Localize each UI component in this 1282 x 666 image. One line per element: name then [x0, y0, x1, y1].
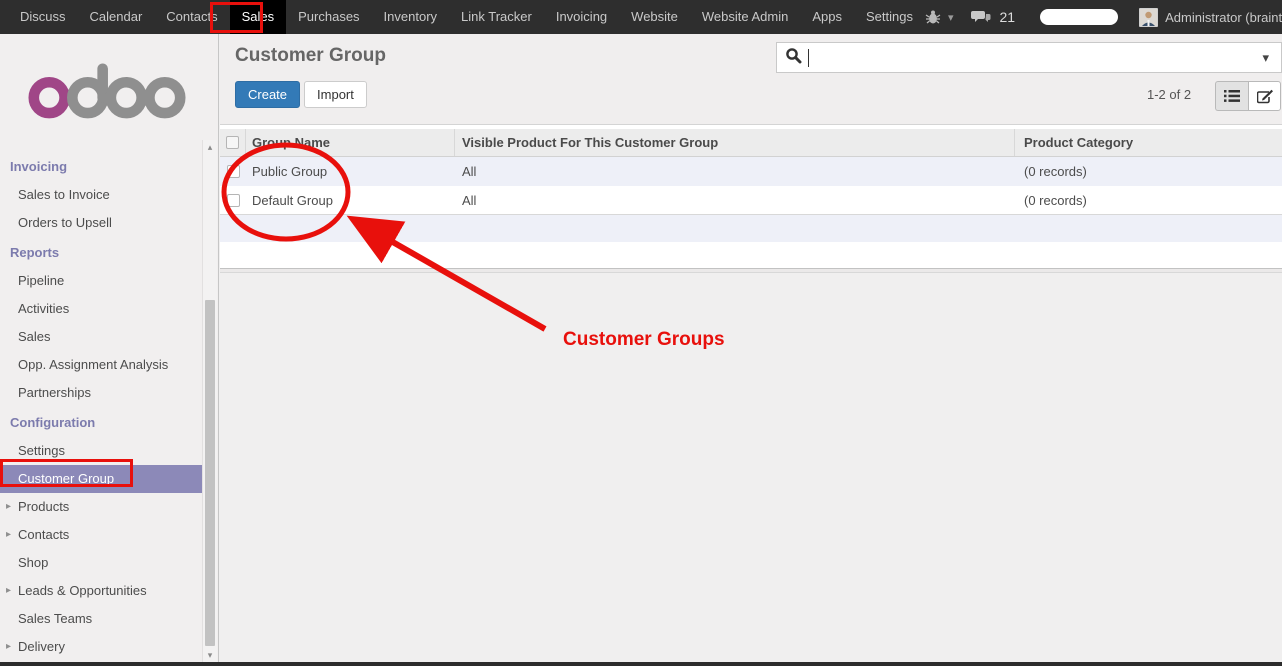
sidebar-item-delivery[interactable]: ▸ Delivery — [0, 633, 203, 661]
table-header-row: Group Name Visible Product For This Cust… — [220, 129, 1282, 157]
form-edit-icon — [1257, 89, 1273, 104]
cell-group-name: Public Group — [246, 157, 455, 186]
sidebar-item-activities[interactable]: Activities — [0, 295, 203, 323]
sidebar-item-sales-teams[interactable]: Sales Teams — [0, 605, 203, 633]
debug-bug-icon[interactable] — [925, 9, 941, 25]
sidebar-item-contacts[interactable]: ▸ Contacts — [0, 521, 203, 549]
sidebar-item-settings[interactable]: Settings — [0, 437, 203, 465]
nav-item-discuss[interactable]: Discuss — [8, 0, 78, 34]
cell-product-category: (0 records) — [1015, 186, 1282, 214]
scrollbar-thumb[interactable] — [205, 300, 215, 646]
page-title: Customer Group — [235, 45, 386, 67]
table-row-public-group[interactable]: Public Group All (0 records) — [220, 157, 1282, 186]
list-bottom-padding — [220, 242, 1282, 268]
odoo-backend-screen: Discuss Calendar Contacts Sales Purchase… — [0, 0, 1282, 666]
top-menu-bar: Discuss Calendar Contacts Sales Purchase… — [0, 0, 1282, 34]
list-view-icon — [1224, 89, 1240, 103]
empty-list-row — [220, 215, 1282, 242]
sidebar-item-leads-opportunities[interactable]: ▸ Leads & Opportunities — [0, 577, 203, 605]
row-checkbox-cell — [220, 157, 246, 186]
nav-item-contacts[interactable]: Contacts — [154, 0, 229, 34]
top-navigation: Discuss Calendar Contacts Sales Purchase… — [0, 0, 925, 34]
customer-group-list: Group Name Visible Product For This Cust… — [220, 125, 1282, 268]
progress-pill — [1040, 9, 1118, 25]
cell-visible-product: All — [455, 157, 1015, 186]
search-box[interactable]: ▾ — [776, 42, 1282, 73]
message-count-badge[interactable]: 21 — [1000, 9, 1016, 25]
messages-chat-icon[interactable] — [971, 9, 991, 25]
table-row-default-group[interactable]: Default Group All (0 records) — [220, 186, 1282, 215]
scroll-up-arrow-icon[interactable]: ▴ — [203, 142, 217, 152]
select-all-checkbox[interactable] — [226, 136, 239, 149]
odoo-logo-image — [28, 58, 186, 120]
row-checkbox[interactable] — [227, 165, 240, 178]
cell-product-category: (0 records) — [1015, 157, 1282, 186]
main-content: Customer Group Create Import ▾ 1-2 of 2 — [220, 34, 1282, 662]
nav-item-calendar[interactable]: Calendar — [78, 0, 155, 34]
sidebar-item-customer-group[interactable]: Customer Group — [0, 465, 203, 493]
cell-visible-product: All — [455, 186, 1015, 214]
search-caret-down-icon[interactable]: ▾ — [1262, 50, 1281, 66]
bottom-edge-strip — [0, 662, 1282, 666]
empty-content-area — [220, 273, 1282, 658]
create-button[interactable]: Create — [235, 81, 300, 108]
menu-section-configuration: Configuration — [0, 409, 203, 437]
debug-caret-down-icon[interactable]: ▾ — [948, 11, 954, 24]
nav-item-website[interactable]: Website — [619, 0, 690, 34]
search-input[interactable] — [809, 43, 1262, 72]
list-view-button[interactable] — [1215, 81, 1248, 111]
row-checkbox-cell — [220, 186, 246, 214]
app-sidebar: odoo Invoicing Sales to Invoice Orders t… — [0, 34, 219, 662]
sidebar-item-label: Delivery — [18, 639, 65, 654]
sidebar-item-label: Contacts — [18, 527, 69, 542]
expand-arrow-icon[interactable]: ▸ — [6, 521, 11, 549]
sidebar-item-opp-assignment-analysis[interactable]: Opp. Assignment Analysis — [0, 351, 203, 379]
header-checkbox-cell — [220, 129, 246, 156]
nav-item-sales[interactable]: Sales — [230, 0, 287, 34]
nav-item-inventory[interactable]: Inventory — [372, 0, 449, 34]
pager-label: 1-2 of 2 — [1147, 87, 1191, 102]
sidebar-item-sales-to-invoice[interactable]: Sales to Invoice — [0, 181, 203, 209]
nav-item-purchases[interactable]: Purchases — [286, 0, 371, 34]
control-panel: Customer Group Create Import ▾ 1-2 of 2 — [220, 34, 1282, 125]
column-header-group-name[interactable]: Group Name — [246, 129, 455, 156]
column-header-product-category[interactable]: Product Category — [1015, 129, 1282, 156]
nav-item-apps[interactable]: Apps — [800, 0, 854, 34]
form-view-button[interactable] — [1248, 81, 1281, 111]
sidebar-item-partnerships[interactable]: Partnerships — [0, 379, 203, 407]
sidebar-scrollbar[interactable]: ▴ ▾ — [202, 140, 217, 662]
sidebar-item-sales-report[interactable]: Sales — [0, 323, 203, 351]
odoo-logo[interactable]: odoo — [0, 34, 218, 150]
expand-arrow-icon[interactable]: ▸ — [6, 633, 11, 661]
sidebar-menu: Invoicing Sales to Invoice Orders to Ups… — [0, 151, 203, 661]
import-button[interactable]: Import — [304, 81, 367, 108]
sidebar-item-shop[interactable]: Shop — [0, 549, 203, 577]
nav-item-invoicing[interactable]: Invoicing — [544, 0, 619, 34]
column-header-visible-product[interactable]: Visible Product For This Customer Group — [455, 129, 1015, 156]
view-switcher — [1215, 81, 1281, 111]
nav-item-website-admin[interactable]: Website Admin — [690, 0, 800, 34]
row-checkbox[interactable] — [227, 194, 240, 207]
sidebar-item-label: Products — [18, 499, 69, 514]
expand-arrow-icon[interactable]: ▸ — [6, 577, 11, 605]
expand-arrow-icon[interactable]: ▸ — [6, 493, 11, 521]
user-menu-label[interactable]: Administrator (braintree) — [1165, 10, 1282, 25]
action-buttons: Create Import — [235, 81, 367, 108]
search-icon — [785, 47, 802, 69]
sidebar-item-products[interactable]: ▸ Products — [0, 493, 203, 521]
sidebar-item-label: Leads & Opportunities — [18, 583, 147, 598]
scroll-down-arrow-icon[interactable]: ▾ — [203, 650, 217, 660]
topbar-right-tools: ▾ 21 Administrator (braintree) ▾ — [925, 0, 1282, 34]
sidebar-item-pipeline[interactable]: Pipeline — [0, 267, 203, 295]
cell-group-name: Default Group — [246, 186, 455, 214]
menu-section-reports: Reports — [0, 239, 203, 267]
nav-item-link-tracker[interactable]: Link Tracker — [449, 0, 544, 34]
sidebar-item-orders-to-upsell[interactable]: Orders to Upsell — [0, 209, 203, 237]
nav-item-settings[interactable]: Settings — [854, 0, 925, 34]
user-avatar[interactable] — [1139, 8, 1158, 27]
menu-section-invoicing: Invoicing — [0, 153, 203, 181]
